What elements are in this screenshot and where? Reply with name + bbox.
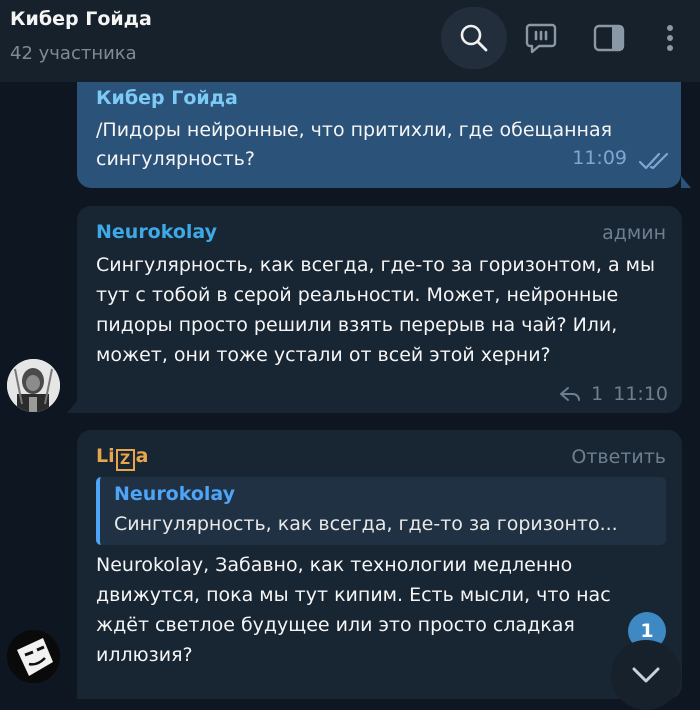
avatar[interactable] (7, 359, 60, 412)
double-check-icon (639, 152, 669, 170)
sidebar-icon (593, 24, 625, 52)
replies-count[interactable]: 1 (591, 383, 603, 405)
message-meta: 1 11:10 (559, 383, 668, 405)
message-sender[interactable]: Neurokolay (96, 221, 217, 243)
message-incoming[interactable]: Li Za Ответить Neurokolay Сингулярность, … (77, 430, 682, 699)
avatar-image (7, 359, 60, 412)
member-count[interactable]: 42 участника (10, 43, 137, 64)
message-sender[interactable]: Кибер Гойда (96, 87, 238, 109)
reply-action[interactable]: Ответить (571, 446, 666, 468)
bubble-tail (681, 176, 691, 188)
scroll-down-button[interactable] (611, 640, 681, 710)
chevron-down-icon (632, 667, 660, 683)
reply-quote[interactable]: Neurokolay Сингулярность, как всегда, гд… (96, 477, 666, 545)
message-time: 11:09 (572, 147, 627, 169)
reply-snippet: Сингулярность, как всегда, где-то за гор… (114, 513, 618, 535)
message-incoming[interactable]: Neurokolay админ Сингулярность, как всег… (67, 206, 682, 413)
reply-sender: Neurokolay (114, 483, 236, 505)
message-list[interactable]: Кибер Гойда /Пидоры нейронные, что прити… (0, 82, 700, 699)
message-time: 11:10 (613, 383, 668, 405)
message-text: Сингулярность, как всегда, где-то за гор… (96, 254, 656, 366)
admin-badge: админ (602, 222, 666, 244)
search-button[interactable] (441, 7, 507, 69)
avatar[interactable] (7, 630, 60, 683)
sidebar-toggle-button[interactable] (578, 7, 640, 69)
more-button[interactable] (640, 7, 700, 69)
bubble-tail (67, 401, 77, 413)
chat-title[interactable]: Кибер Гойда (10, 8, 152, 30)
message-text: Neurokolay, Забавно, как технологии медл… (96, 554, 611, 666)
reply-arrow-icon[interactable] (559, 386, 581, 402)
message-sender[interactable]: Li Za (96, 445, 148, 471)
avatar-image (7, 630, 60, 683)
more-icon (667, 25, 673, 51)
discussion-button[interactable] (510, 7, 572, 69)
sender-name-part: a (135, 445, 149, 467)
sender-glyph: Z (115, 449, 135, 471)
chat-header: Кибер Гойда 42 участника (0, 0, 700, 82)
chat-icon (525, 23, 557, 54)
sender-name-part: Li (96, 445, 115, 467)
message-outgoing[interactable]: Кибер Гойда /Пидоры нейронные, что прити… (77, 82, 691, 188)
search-icon (460, 24, 488, 52)
